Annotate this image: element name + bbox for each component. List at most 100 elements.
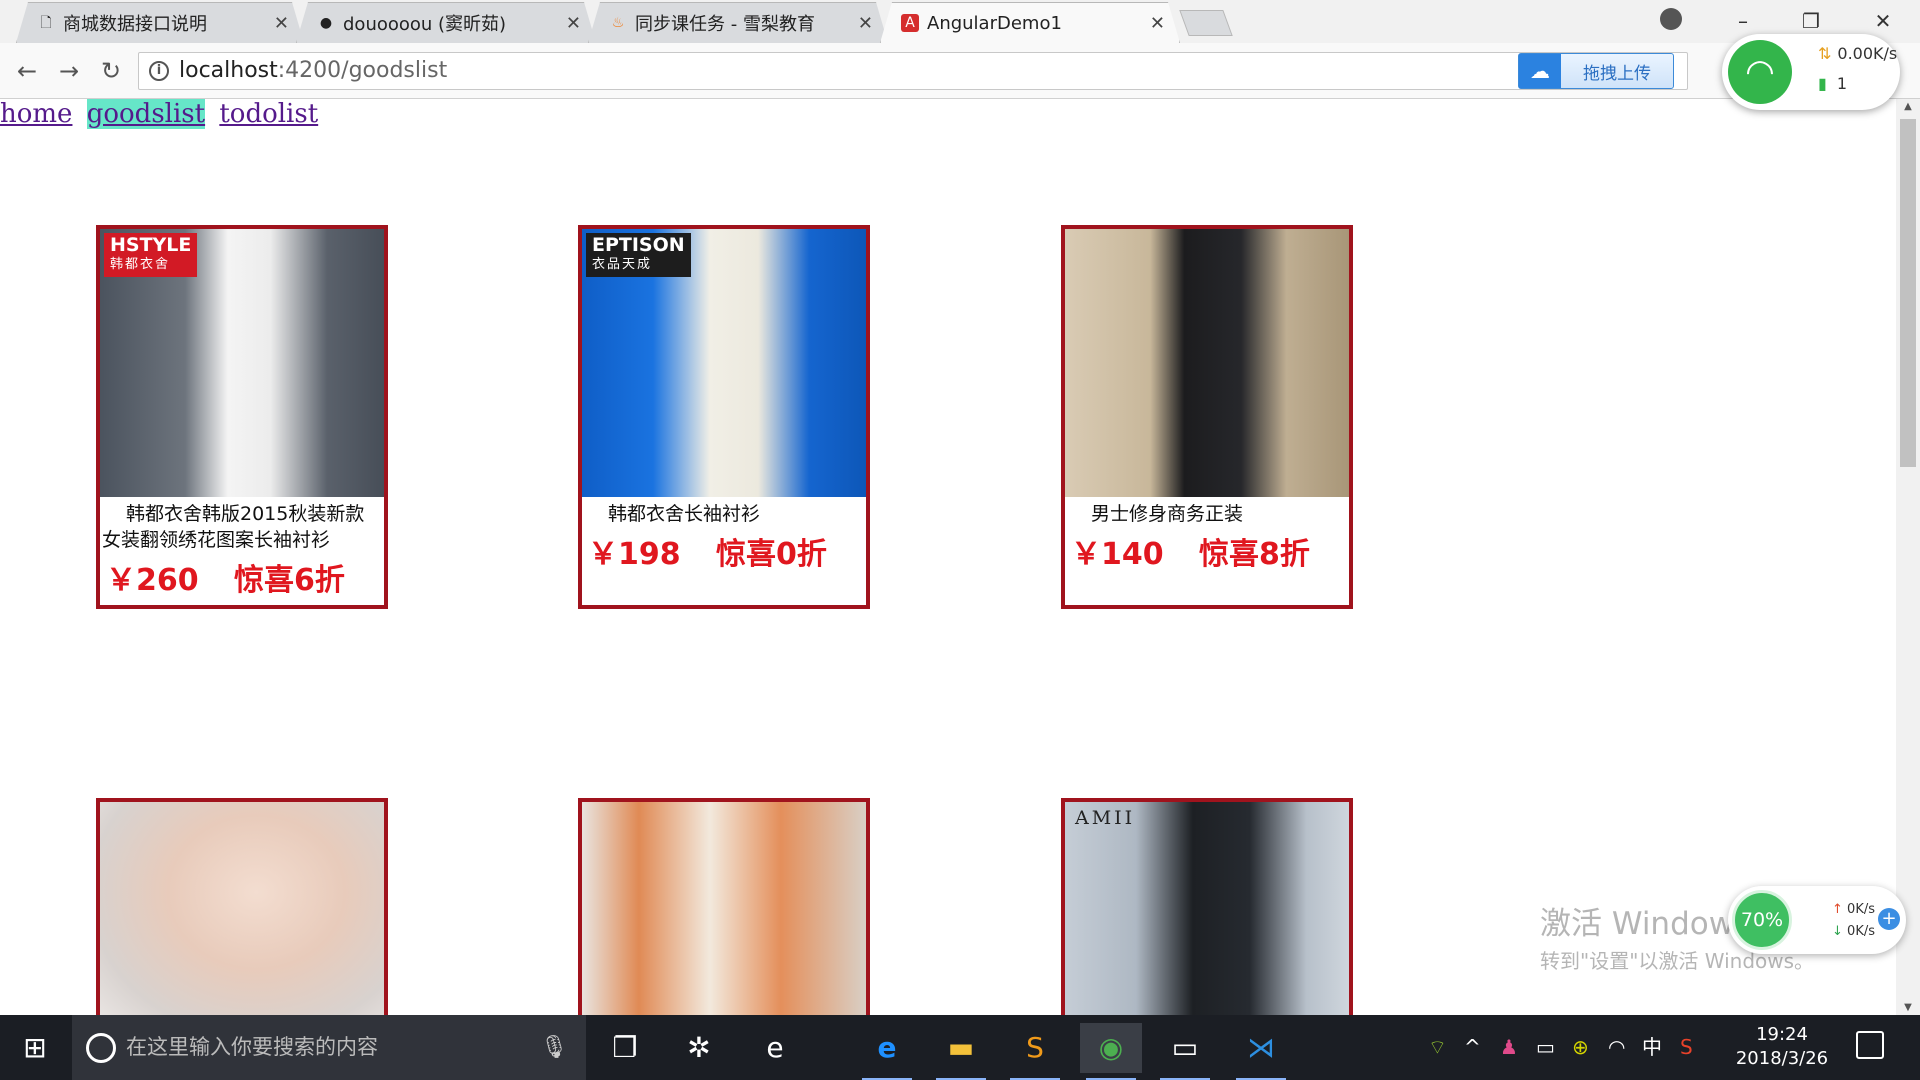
brand-logo: EPTISON 衣品天成 [586, 233, 691, 277]
search-placeholder: 在这里输入你要搜索的内容 [126, 1035, 378, 1059]
edge-icon[interactable]: e [856, 1023, 918, 1080]
tab-title: AngularDemo1 [927, 12, 1062, 34]
minimize-icon[interactable]: – [1718, 4, 1768, 38]
url-host: localhost [179, 58, 278, 83]
restore-icon[interactable]: ❐ [1786, 4, 1836, 38]
net-connections-value: 1 [1836, 74, 1847, 93]
product-promo: 惊喜6折 [234, 563, 345, 598]
tray-qq-icon[interactable]: ♟ [1500, 1015, 1518, 1080]
taskbar-clock[interactable]: 19:24 2018/3/26 [1722, 1023, 1842, 1071]
fire-icon: ♨ [611, 15, 625, 31]
updown-arrow-icon: ⇅ [1818, 44, 1832, 63]
browser-tabstrip: 🗋 商城数据接口说明 ✕ ● douoooou (窦昕茹) ✕ ♨ 同步课任务 … [0, 0, 1920, 43]
close-icon[interactable]: ✕ [1150, 13, 1165, 34]
woman-white-blouse-photo: HSTYLE 韩都衣舍 [100, 229, 384, 497]
product-promo: 惊喜0折 [716, 537, 827, 572]
page-scrollbar[interactable]: ▲ ▼ [1896, 99, 1920, 1015]
brand-logo [1069, 233, 1081, 237]
price-line: ￥260 惊喜6折 [100, 555, 384, 599]
woman-lace-blouse-photo [100, 802, 384, 1015]
up-arrow-icon: ↑ [1832, 902, 1843, 917]
download-speed: ↓ 0K/s [1832, 924, 1875, 939]
profile-icon[interactable] [1660, 8, 1682, 30]
product-price: ￥140 [1071, 537, 1164, 572]
scroll-down-icon[interactable]: ▼ [1901, 1002, 1915, 1013]
product-card[interactable]: AMII [1061, 798, 1353, 1015]
upload-speed: ↑ 0K/s [1832, 902, 1875, 917]
product-price: ￥198 [588, 537, 681, 572]
tab-2[interactable]: ♨ 同步课任务 - 雪梨教育 ✕ [588, 2, 888, 43]
github-icon: ● [319, 15, 333, 31]
net-speed: ⇅ 0.00K/s [1818, 44, 1897, 63]
tray-battery-icon[interactable]: ▭ [1536, 1015, 1555, 1080]
notification-center-icon[interactable] [1856, 1031, 1884, 1059]
clock-date: 2018/3/26 [1735, 1048, 1829, 1069]
speed-widget[interactable]: 70% ↑ 0K/s ↓ 0K/s + [1728, 886, 1906, 954]
windows-start-icon[interactable]: ⊞ [0, 1015, 70, 1080]
tab-title: 同步课任务 - 雪梨教育 [635, 14, 815, 35]
page-content: home goodslist todolist HSTYLE 韩都衣舍 韩都衣舍韩… [0, 99, 1896, 1015]
price-line: ￥198 惊喜0折 [582, 529, 866, 573]
back-arrow-icon[interactable]: ← [12, 56, 42, 86]
browser-toolbar: ← → ↻ i localhost:4200/goodslist ☁ 拖拽上传 [0, 43, 1920, 99]
product-card[interactable]: HSTYLE 韩都衣舍 韩都衣舍韩版2015秋装新款女装翻领绣花图案长袖衬衫 ￥2… [96, 225, 388, 609]
product-card[interactable]: EPTISON 衣品天成 韩都衣舍长袖衬衫 ￥198 惊喜0折 [578, 225, 870, 609]
clock-time: 19:24 [1756, 1024, 1808, 1045]
tray-network-icon[interactable]: ⌔ [1428, 1015, 1447, 1080]
url-path: :4200/goodslist [277, 58, 448, 83]
pinwheel-app-icon[interactable]: ✲ [668, 1023, 730, 1073]
chrome-icon[interactable]: ◉ [1080, 1023, 1142, 1080]
woman-black-jacket-photo: AMII [1065, 802, 1349, 1015]
file-explorer-icon[interactable]: ▬ [930, 1023, 992, 1080]
brand-logo: AMII [1075, 807, 1136, 829]
product-name: 男士修身商务正装 [1091, 503, 1244, 525]
product-promo: 惊喜8折 [1199, 537, 1310, 572]
task-view-icon[interactable]: ❐ [594, 1023, 656, 1073]
angular-icon: A [901, 14, 919, 32]
info-icon[interactable]: i [149, 61, 169, 81]
sublime-text-icon[interactable]: S [1004, 1023, 1066, 1080]
tab-1[interactable]: ● douoooou (窦昕茹) ✕ [296, 2, 596, 43]
document-icon: 🗋 [40, 15, 52, 31]
new-tab-button[interactable] [1179, 10, 1233, 36]
product-card[interactable]: 男士修身商务正装 ￥140 惊喜8折 [1061, 225, 1353, 609]
taskbar-search-input[interactable]: 在这里输入你要搜索的内容 🎙 [72, 1015, 586, 1080]
plus-icon[interactable]: + [1878, 908, 1900, 930]
microphone-icon[interactable]: 🎙 [540, 1015, 568, 1080]
product-price: ￥260 [106, 563, 199, 598]
windows-taskbar: ⊞ 在这里输入你要搜索的内容 🎙 ❐ ✲ e e ▬ S ◉ ▭ ⋊ ⌔ ^ ♟… [0, 1015, 1920, 1080]
tray-chevron-up-icon[interactable]: ^ [1464, 1015, 1481, 1080]
vscode-icon[interactable]: ⋊ [1230, 1023, 1292, 1080]
product-card[interactable] [96, 798, 388, 1015]
product-card[interactable] [578, 798, 870, 1015]
scroll-thumb[interactable] [1900, 119, 1916, 467]
reload-icon[interactable]: ↻ [96, 56, 126, 86]
tab-3[interactable]: A AngularDemo1 ✕ [880, 2, 1180, 43]
tray-ime[interactable]: 中 [1642, 1015, 1662, 1080]
tray-sogou-icon[interactable]: S [1680, 1015, 1693, 1080]
cmd-icon[interactable]: ▭ [1154, 1023, 1216, 1080]
network-widget[interactable]: ◠ ⇅ 0.00K/s ▮ 1 [1722, 34, 1900, 110]
tray-wifi-icon[interactable]: ◠ [1608, 1015, 1625, 1080]
forward-arrow-icon[interactable]: → [54, 56, 84, 86]
close-icon[interactable]: ✕ [566, 13, 581, 34]
close-window-icon[interactable]: ✕ [1858, 4, 1908, 38]
nav-link-todolist[interactable]: todolist [219, 99, 318, 129]
scroll-up-icon[interactable]: ▲ [1901, 101, 1915, 112]
cortana-icon [86, 1033, 116, 1063]
drag-upload-button[interactable]: ☁ 拖拽上传 [1518, 53, 1674, 89]
close-icon[interactable]: ✕ [274, 13, 289, 34]
product-name: 韩都衣舍长袖衬衫 [608, 503, 761, 525]
nav-link-goodslist[interactable]: goodslist [86, 99, 206, 129]
brand-logo: HSTYLE 韩都衣舍 [104, 233, 198, 277]
upload-label: 拖拽上传 [1583, 63, 1651, 84]
down-arrow-icon: ↓ [1832, 924, 1843, 939]
nav-link-home[interactable]: home [0, 99, 72, 129]
net-connections: ▮ 1 [1818, 74, 1847, 93]
tab-0[interactable]: 🗋 商城数据接口说明 ✕ [16, 2, 304, 43]
ie-icon[interactable]: e [744, 1023, 806, 1073]
close-icon[interactable]: ✕ [858, 13, 873, 34]
woman-shirt-blue-background-photo: EPTISON 衣品天成 [582, 229, 866, 497]
tray-plus-icon[interactable]: ⊕ [1572, 1015, 1589, 1080]
address-bar[interactable]: i localhost:4200/goodslist [138, 52, 1688, 90]
